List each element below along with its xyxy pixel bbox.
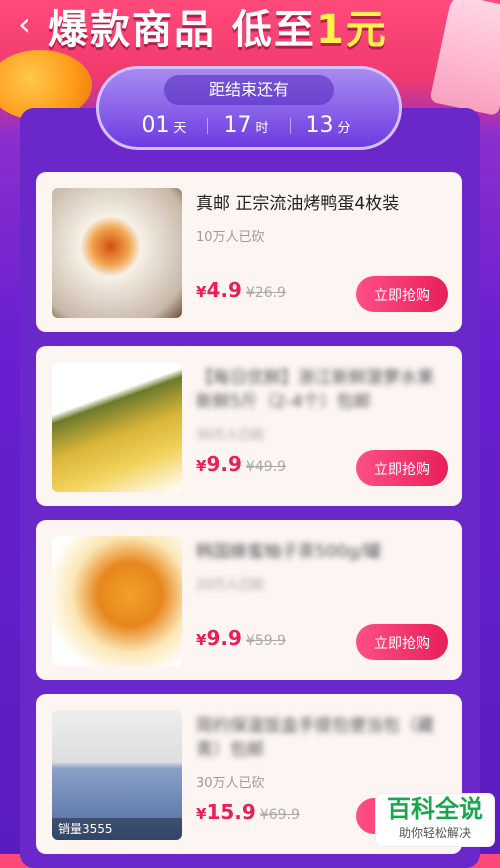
price-value: 9.9 [206,626,242,650]
countdown-caption: 距结束还有 [164,75,334,105]
countdown-hours: 17 [223,113,252,138]
countdown-minutes-unit: 分 [337,121,351,136]
product-sold-count: 20万人已砍 [196,578,265,593]
original-price: ¥49.9 [245,459,286,475]
product-price: ¥15.9 ¥69.9 [196,800,300,824]
divider [289,118,291,134]
product-card[interactable]: 【每日优鲜】浙江新鲜菠萝水果新鲜5斤（2-4个）包邮 30万人已砍 ¥9.9 ¥4… [36,346,462,506]
product-title[interactable]: 简约保温饭盒手提包便当包（藏青）包邮 [196,714,446,762]
countdown-days: 01 [141,113,170,138]
currency-symbol: ¥ [196,631,207,649]
bottle-decoration [429,0,500,117]
countdown-minutes: 13 [305,113,334,138]
product-sold-count: 30万人已砍 [196,776,265,791]
product-sold-count: 10万人已砍 [196,230,265,245]
buy-now-button[interactable]: 立即抢购 [356,276,448,312]
product-title[interactable]: 韩国蜂蜜柚子茶500g/罐 [196,540,446,564]
countdown-timer: 距结束还有 01 天 17 时 13 分 [96,66,402,150]
banner-title: 爆款商品 低至1元 [48,0,388,60]
price-value: 4.9 [206,278,242,302]
countdown-hours-unit: 时 [255,121,269,136]
currency-symbol: ¥ [196,283,207,301]
watermark-logo: 百科全说 助你轻松解决 [376,794,494,846]
sales-count-tag: 销量3555 [52,818,182,840]
product-image[interactable]: 销量3555 [52,710,182,840]
product-image[interactable] [52,536,182,666]
divider [207,118,209,134]
product-title[interactable]: 【每日优鲜】浙江新鲜菠萝水果新鲜5斤（2-4个）包邮 [196,366,446,414]
currency-symbol: ¥ [196,805,207,823]
back-icon[interactable]: ‹ [18,8,31,40]
product-price: ¥4.9 ¥26.9 [196,278,286,302]
buy-now-button[interactable]: 立即抢购 [356,450,448,486]
product-title[interactable]: 真邮 正宗流油烤鸭蛋4枚装 [196,192,446,216]
currency-symbol: ¥ [196,457,207,475]
original-price: ¥69.9 [259,807,300,823]
watermark-title: 百科全说 [387,795,483,823]
price-value: 9.9 [206,452,242,476]
countdown-values: 01 天 17 时 13 分 [99,113,399,138]
product-price: ¥9.9 ¥49.9 [196,452,286,476]
product-card[interactable]: 真邮 正宗流油烤鸭蛋4枚装 10万人已砍 ¥4.9 ¥26.9 立即抢购 [36,172,462,332]
countdown-days-unit: 天 [173,121,187,136]
price-value: 15.9 [206,800,256,824]
product-image[interactable] [52,188,182,318]
watermark-subtitle: 助你轻松解决 [398,826,471,840]
banner-title-accent: 1元 [315,7,388,53]
product-card[interactable]: 韩国蜂蜜柚子茶500g/罐 20万人已砍 ¥9.9 ¥59.9 立即抢购 [36,520,462,680]
original-price: ¥26.9 [245,285,286,301]
product-price: ¥9.9 ¥59.9 [196,626,286,650]
product-image[interactable] [52,362,182,492]
buy-now-button[interactable]: 立即抢购 [356,624,448,660]
banner-title-main: 爆款商品 低至 [48,7,316,53]
original-price: ¥59.9 [245,633,286,649]
product-sold-count: 30万人已砍 [196,428,265,443]
